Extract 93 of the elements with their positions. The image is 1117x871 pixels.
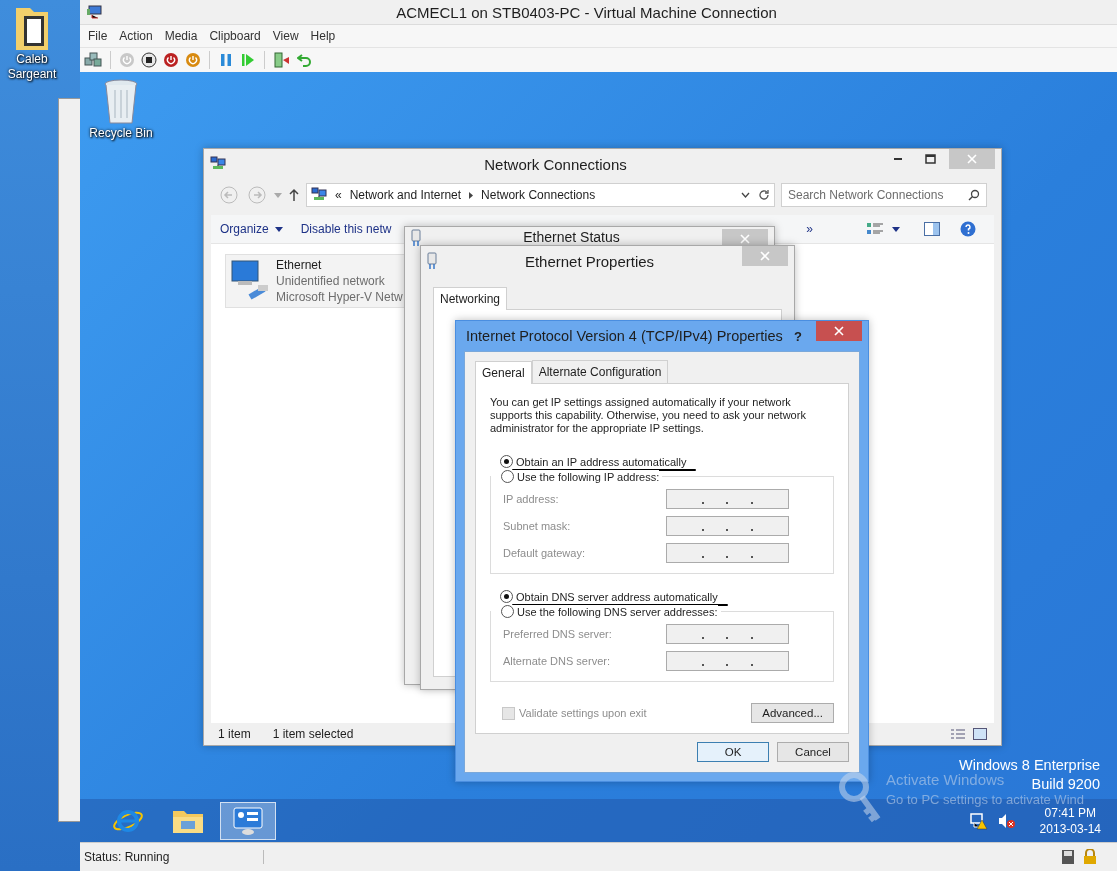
taskbar-button[interactable] (220, 801, 276, 840)
field-label: Alternate DNS server: (503, 655, 610, 667)
window-title: Ethernet Properties (523, 252, 656, 270)
command-button[interactable]: Organize (211, 218, 292, 240)
clock-time[interactable]: 07:41 PM (1044, 804, 1096, 821)
close-button[interactable] (816, 321, 862, 341)
network-adapter-icon (230, 257, 270, 301)
close-icon (967, 154, 977, 164)
adapter-name: Microsoft Hyper-V Netw (276, 289, 403, 305)
refresh-icon[interactable] (758, 189, 770, 201)
undo-arrow-icon[interactable] (297, 52, 313, 68)
network-warning-icon[interactable] (969, 811, 988, 830)
radio-label[interactable]: Obtain DNS server address automatically (516, 590, 718, 603)
close-icon (740, 234, 750, 244)
field-label: Subnet mask: (503, 520, 571, 532)
search-input[interactable]: Search Network Connections (788, 186, 968, 204)
desktop-icon-label[interactable]: Caleb Sargeant (0, 52, 64, 82)
search-field[interactable]: Search Network Connections (781, 183, 987, 207)
play-icon[interactable] (240, 52, 256, 68)
pause-icon[interactable] (218, 52, 234, 68)
radio-label[interactable]: Obtain an IP address automatically (516, 455, 687, 468)
close-icon (834, 326, 844, 336)
network-plug-icon (427, 252, 437, 270)
help-icon[interactable] (960, 221, 976, 237)
command-button[interactable]: Disable this netw (291, 218, 401, 240)
advanced-button[interactable]: Advanced... (751, 703, 834, 723)
stop-icon[interactable] (141, 52, 157, 68)
view-options-icon[interactable] (866, 221, 884, 237)
status-text: 1 item (218, 727, 251, 741)
window-title: Network Connections (483, 155, 628, 173)
maximize-icon (924, 154, 936, 164)
breadcrumb-item[interactable]: « (335, 188, 342, 202)
activation-title: Activate Windows (886, 771, 1005, 788)
lock-icon (1083, 849, 1097, 865)
details-view-icon[interactable] (951, 728, 965, 740)
close-icon (760, 251, 770, 261)
ip-address-field[interactable] (666, 624, 789, 644)
radio-button[interactable] (501, 470, 514, 483)
menu-item[interactable]: Clipboard (203, 27, 267, 45)
more-commands-button[interactable]: » (797, 218, 822, 240)
help-button[interactable]: ? (794, 328, 802, 344)
tab[interactable]: General (475, 361, 532, 384)
menu-item[interactable]: File (82, 27, 114, 45)
ip-address-field[interactable] (666, 651, 789, 671)
address-bar[interactable]: « Network and Internet Network Connections (306, 183, 775, 207)
window-title: Ethernet Status (522, 229, 621, 245)
thumbnail-view-icon[interactable] (973, 728, 987, 740)
key-icon (838, 771, 882, 823)
connection-name: Ethernet (276, 257, 323, 273)
window-title: ACMECL1 on STB0403-PC - Virtual Machine Connection (395, 3, 778, 21)
status-text: 1 item selected (272, 727, 354, 741)
virtual-machine-icon (86, 5, 102, 19)
minimize-icon (893, 158, 903, 160)
breadcrumb-item[interactable]: Network Connections (481, 188, 596, 202)
ip-address-field[interactable] (666, 489, 789, 509)
tab[interactable]: Networking (433, 287, 508, 310)
control-panel-icon (232, 805, 264, 836)
status-text: Status: Running (84, 850, 264, 864)
radio-button[interactable] (500, 455, 513, 468)
field-label: IP address: (503, 493, 559, 505)
edition-text: Windows 8 Enterprise (958, 756, 1100, 774)
menu-item[interactable]: Help (304, 27, 342, 45)
up-arrow-icon[interactable] (288, 188, 300, 202)
cancel-button[interactable]: Cancel (777, 742, 849, 762)
field-label: Preferred DNS server: (503, 628, 612, 640)
description-text: You can get IP settings assigned automatically if your network supports this capability. Otherwise, you need to ask your network administrator for the appropriate IP settings. (490, 396, 807, 435)
menu-item[interactable]: Media (158, 27, 204, 45)
radio-button[interactable] (501, 605, 514, 618)
build-text: Build 9200 (1031, 775, 1100, 794)
network-computer-icon (311, 187, 327, 203)
ip-address-field[interactable] (666, 543, 789, 563)
activation-message: Go to PC settings to activate Wind (886, 792, 1084, 807)
search-icon (968, 189, 980, 201)
connection-status: Unidentified network (276, 273, 386, 289)
clock-date[interactable]: 2013-03-14 (1039, 820, 1101, 837)
power-icon[interactable] (185, 52, 201, 68)
preview-pane-icon[interactable] (924, 222, 940, 236)
network-computer-icon (210, 156, 226, 172)
recycle-bin-icon[interactable] (103, 78, 139, 126)
chevron-right-icon (469, 191, 474, 199)
menu-item[interactable]: View (266, 27, 305, 45)
menu-item[interactable]: Action (113, 27, 159, 45)
ip-address-field[interactable] (666, 516, 789, 536)
ok-button[interactable]: OK (697, 742, 769, 762)
chevron-down-icon[interactable] (741, 192, 750, 198)
tab[interactable]: Alternate Configuration (531, 360, 669, 383)
caret-icon (274, 226, 283, 232)
caret-icon[interactable] (892, 226, 900, 232)
window-title: Internet Protocol Version 4 (TCP/IPv4) Properties (466, 328, 784, 344)
radio-button[interactable] (500, 590, 513, 603)
power-icon[interactable] (163, 52, 179, 68)
field-label: Default gateway: (503, 547, 585, 559)
breadcrumb-item[interactable]: Network and Internet (349, 188, 462, 202)
